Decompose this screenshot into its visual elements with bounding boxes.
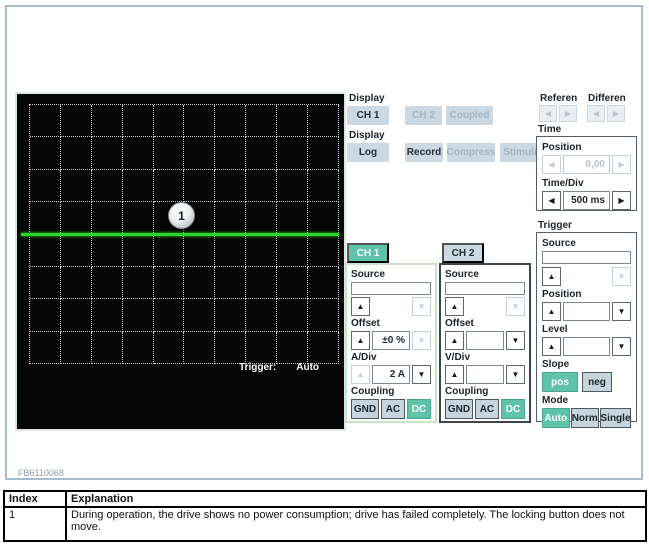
display-ch2-button[interactable]: CH 2 (405, 106, 442, 125)
ch1-source-label: Source (351, 269, 431, 280)
ch2-gnd-button[interactable]: GND (445, 399, 473, 419)
trigger-source-up-button[interactable] (542, 267, 561, 286)
callout-marker-1: 1 (168, 202, 195, 229)
trigger-level-label: Level (542, 324, 631, 335)
time-position-value[interactable]: 0,00 (563, 155, 610, 174)
ch2-panel: Source Offset V/Div Coupling GND AC (439, 263, 531, 423)
timediv-right-button[interactable] (612, 191, 631, 210)
ch2-source-down-button[interactable] (506, 297, 525, 316)
timediv-value[interactable]: 500 ms (563, 191, 610, 210)
ch1-offset-label: Offset (351, 318, 431, 329)
mode-single-button[interactable]: Single (600, 408, 631, 428)
tab-ch2[interactable]: CH 2 (442, 243, 484, 263)
trigger-position-label: Position (542, 289, 631, 300)
table-row: 1 During operation, the drive shows no p… (4, 507, 646, 541)
tab-ch1[interactable]: CH 1 (347, 243, 389, 263)
ch1-source-up-button[interactable] (351, 297, 370, 316)
ch1-coupling-label: Coupling (351, 386, 431, 397)
compress-button[interactable]: Compress (447, 143, 495, 162)
ch1-adiv-label: A/Div (351, 352, 431, 363)
ch1-panel: Source Offset ±0 % A/Div 2 A Coupling GN… (345, 263, 437, 423)
figure-code: FB6110068 (18, 468, 64, 478)
ch2-offset-value[interactable] (466, 331, 504, 350)
ch1-ac-button[interactable]: AC (381, 399, 405, 419)
figure-frame: 1 Trigger: Auto Display CH 1 CH 2 Couple… (5, 5, 643, 480)
ch1-adiv-value[interactable]: 2 A (372, 365, 410, 384)
mode-auto-button[interactable]: Auto (542, 408, 570, 428)
trigger-slope-label: Slope (542, 359, 631, 370)
ch1-offset-down-button[interactable] (412, 331, 431, 350)
trigger-level-up-button[interactable] (542, 337, 561, 356)
ch2-vdiv-label: V/Div (445, 352, 525, 363)
signal-trace (21, 233, 339, 236)
difference-label: Differen (588, 93, 626, 104)
header-index: Index (4, 491, 66, 507)
time-position-label: Position (542, 142, 631, 153)
trigger-status-label: Trigger: (239, 362, 276, 373)
ch1-offset-up-button[interactable] (351, 331, 370, 350)
trigger-position-value[interactable] (563, 302, 610, 321)
ch1-source-input[interactable] (351, 282, 431, 295)
ch1-adiv-up-button[interactable] (351, 365, 370, 384)
trigger-group-label: Trigger (538, 220, 572, 231)
ch2-source-input[interactable] (445, 282, 525, 295)
ch2-offset-up-button[interactable] (445, 331, 464, 350)
ch1-dc-button[interactable]: DC (407, 399, 431, 419)
ch2-ac-button[interactable]: AC (475, 399, 499, 419)
display-ch1-button[interactable]: CH 1 (347, 106, 389, 125)
ch2-coupling-label: Coupling (445, 386, 525, 397)
ch2-vdiv-down-button[interactable] (506, 365, 525, 384)
cell-index: 1 (4, 507, 66, 541)
trigger-source-input[interactable] (542, 251, 631, 264)
ch1-adiv-down-button[interactable] (412, 365, 431, 384)
trigger-status-value: Auto (296, 362, 319, 373)
reference-label: Referen (540, 93, 577, 104)
ch1-gnd-button[interactable]: GND (351, 399, 379, 419)
reference-prev-button[interactable] (539, 105, 557, 122)
display-coupled-button[interactable]: Coupled (446, 106, 493, 125)
log-button[interactable]: Log (347, 143, 389, 162)
ch2-dc-button[interactable]: DC (501, 399, 525, 419)
trigger-position-up-button[interactable] (542, 302, 561, 321)
ch1-offset-value[interactable]: ±0 % (372, 331, 410, 350)
difference-next-button[interactable] (607, 105, 625, 122)
ch2-vdiv-value[interactable] (466, 365, 504, 384)
reference-next-button[interactable] (559, 105, 577, 122)
page: 1 Trigger: Auto Display CH 1 CH 2 Couple… (0, 0, 649, 554)
slope-neg-button[interactable]: neg (582, 372, 612, 392)
header-explanation: Explanation (66, 491, 646, 507)
ch2-source-up-button[interactable] (445, 297, 464, 316)
oscilloscope-screen: 1 Trigger: Auto (15, 92, 346, 431)
display-channels-label: Display (349, 93, 385, 104)
trigger-level-value[interactable] (563, 337, 610, 356)
trigger-level-down-button[interactable] (612, 337, 631, 356)
time-position-left-button[interactable] (542, 155, 561, 174)
ch2-offset-label: Offset (445, 318, 525, 329)
scope-status: Trigger: Auto (239, 362, 319, 373)
timediv-label: Time/Div (542, 178, 631, 189)
trigger-source-down-button[interactable] (612, 267, 631, 286)
table-header-row: Index Explanation (4, 491, 646, 507)
trigger-source-label: Source (542, 238, 631, 249)
trigger-mode-label: Mode (542, 395, 631, 406)
explanation-table: Index Explanation 1 During operation, th… (3, 490, 647, 542)
ch2-source-label: Source (445, 269, 525, 280)
time-group-label: Time (538, 124, 561, 135)
stimuli-button[interactable]: Stimuli (500, 143, 540, 162)
ch2-vdiv-up-button[interactable] (445, 365, 464, 384)
difference-prev-button[interactable] (587, 105, 605, 122)
cell-explanation: During operation, the drive shows no pow… (66, 507, 646, 541)
display-modes-label: Display (349, 130, 385, 141)
mode-norm-button[interactable]: Norm (571, 408, 599, 428)
slope-pos-button[interactable]: pos (542, 372, 578, 392)
timediv-left-button[interactable] (542, 191, 561, 210)
ch2-offset-down-button[interactable] (506, 331, 525, 350)
trigger-position-down-button[interactable] (612, 302, 631, 321)
record-button[interactable]: Record (405, 143, 443, 162)
time-position-right-button[interactable] (612, 155, 631, 174)
ch1-source-down-button[interactable] (412, 297, 431, 316)
